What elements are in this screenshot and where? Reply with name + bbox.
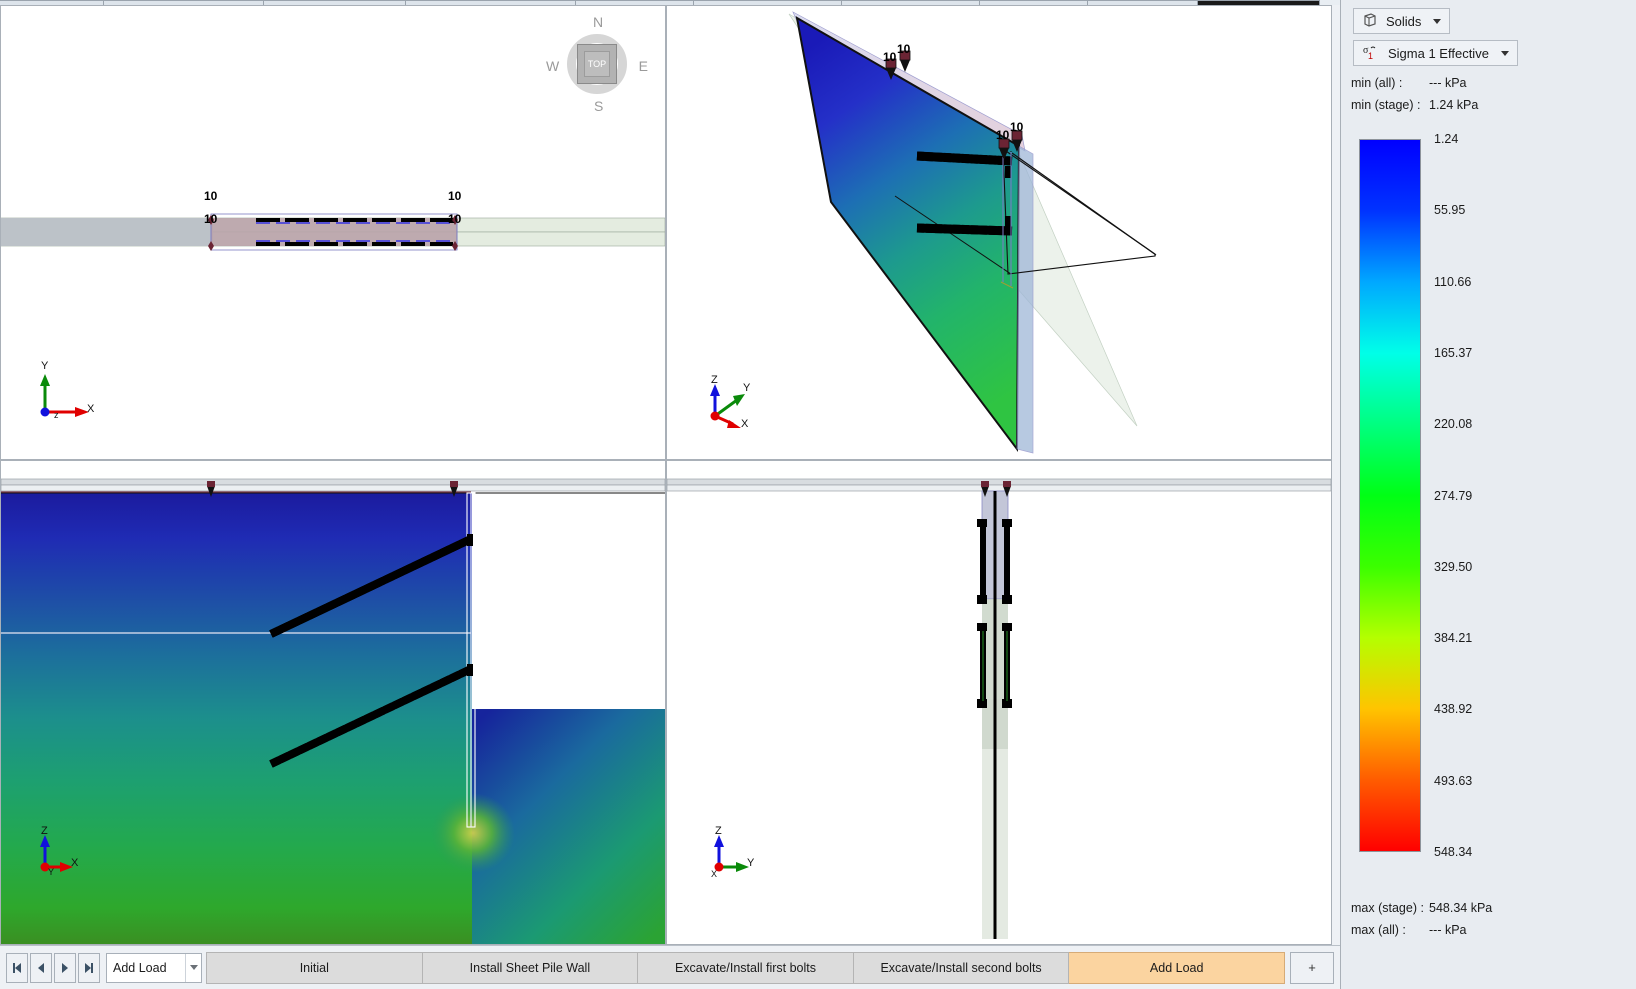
add-stage-label: + xyxy=(1308,960,1316,975)
stage-tab-list: Initial Install Sheet Pile Wall Excavate/I… xyxy=(206,951,1285,984)
legend-tick-label: 165.37 xyxy=(1434,345,1473,360)
axis-triad-xy: z Y X xyxy=(27,360,97,424)
legend-tick-label: 274.79 xyxy=(1434,488,1473,503)
stage-tab[interactable]: Excavate/Install second bolts xyxy=(853,951,1070,984)
compass-north-label: N xyxy=(593,14,604,30)
stage-navigation-bar: Add Load Initial Install Sheet Pile Wall E… xyxy=(0,945,1340,989)
axis-label-z: Z xyxy=(711,374,718,386)
legend-tick-label: 110.66 xyxy=(1434,274,1472,289)
legend-tick-label: 548.34 xyxy=(1434,845,1473,859)
chevron-down-icon xyxy=(1500,50,1509,56)
compass-east-label: E xyxy=(638,58,648,74)
max-all-row: max (all) : --- kPa xyxy=(1351,923,1636,937)
min-stage-key: min (stage) : xyxy=(1351,98,1421,112)
load-label: 10 xyxy=(204,212,218,226)
last-stage-button[interactable] xyxy=(78,952,100,983)
sigma-icon: σ 1 xyxy=(1362,44,1380,63)
stage-select-dropdown[interactable]: Add Load xyxy=(106,952,202,983)
compass-south-label: S xyxy=(594,98,604,114)
min-all-row: min (all) : --- kPa xyxy=(1351,76,1636,90)
axis-triad-yz: X Z Y xyxy=(703,819,773,879)
svg-text:z: z xyxy=(54,410,59,420)
axis-triad-xz: Y Z X xyxy=(29,819,99,879)
compass-west-label: W xyxy=(546,58,560,74)
entity-type-dropdown[interactable]: Solids xyxy=(1353,8,1451,34)
axis-label-z: Z xyxy=(715,825,722,837)
min-all-value: --- kPa xyxy=(1429,76,1467,90)
axis-label-x: X xyxy=(741,418,749,430)
min-all-key: min (all) : xyxy=(1351,76,1403,90)
view-compass-widget[interactable]: TOP N S W E xyxy=(546,14,648,114)
legend-tick-label: 384.21 xyxy=(1434,631,1473,646)
load-label: 10 xyxy=(897,42,911,56)
viewport-isometric-3d[interactable]: 10 10 10 10 Z Y X xyxy=(666,5,1332,460)
stage-tab[interactable]: Add Load xyxy=(1069,951,1285,984)
axis-label-z: Z xyxy=(41,825,48,837)
result-type-dropdown[interactable]: σ 1 Sigma 1 Effective xyxy=(1353,40,1518,66)
legend-tick-label: 220.08 xyxy=(1434,417,1473,432)
svg-text:Y: Y xyxy=(48,867,54,877)
svg-text:X: X xyxy=(711,869,717,879)
max-stage-key: max (stage) : xyxy=(1351,901,1424,915)
axis-label-x: X xyxy=(87,403,95,415)
compass-cube-label: TOP xyxy=(584,51,610,77)
axis-label-y: Y xyxy=(747,857,755,869)
compass-cube[interactable]: TOP xyxy=(577,44,617,84)
viewport-plan-view[interactable]: 10 10 10 10 TOP N S W E z Y X xyxy=(0,5,666,460)
svg-text:1: 1 xyxy=(1368,51,1373,60)
max-stage-row: max (stage) : 548.34 kPa xyxy=(1351,901,1636,915)
solids-icon xyxy=(1362,12,1378,31)
color-legend-bar xyxy=(1359,139,1421,852)
entity-type-label: Solids xyxy=(1386,13,1422,29)
stage-select-value: Add Load xyxy=(113,960,167,975)
load-label: 10 xyxy=(448,189,462,203)
stage-tab[interactable]: Install Sheet Pile Wall xyxy=(422,951,639,984)
axis-label-y: Y xyxy=(41,360,49,372)
first-stage-button[interactable] xyxy=(6,952,28,983)
chevron-down-icon[interactable] xyxy=(185,953,201,982)
load-label: 10 xyxy=(996,128,1010,142)
axis-label-y: Y xyxy=(743,382,751,394)
stage-tab[interactable]: Excavate/Install first bolts xyxy=(638,951,854,984)
viewport-grid: 10 10 10 10 TOP N S W E z Y X 10 10 10 1… xyxy=(0,5,1332,945)
load-label: 10 xyxy=(204,189,218,203)
load-label: 10 xyxy=(448,212,462,226)
next-stage-button[interactable] xyxy=(54,952,76,983)
axis-label-x: X xyxy=(71,857,79,869)
application-window: 10 10 10 10 TOP N S W E z Y X 10 10 10 1… xyxy=(0,0,1636,989)
axis-triad-xyz-iso: Z Y X xyxy=(699,368,769,430)
result-type-label: Sigma 1 Effective xyxy=(1388,45,1489,61)
load-label: 10 xyxy=(883,50,897,64)
stage-tab[interactable]: Initial xyxy=(206,951,423,984)
legend-tick-label: 438.92 xyxy=(1434,702,1473,717)
max-stage-value: 548.34 kPa xyxy=(1429,901,1493,915)
viewport-section-xz[interactable]: Y Z X xyxy=(0,460,666,945)
results-legend-panel: Solids σ 1 Sigma 1 Effective min (all) :… xyxy=(1340,0,1636,989)
color-legend: 1.24 55.95 110.66 165.37 220.08 274.79 329.50 3… xyxy=(1359,132,1609,859)
legend-tick-label: 55.95 xyxy=(1434,203,1466,218)
load-label: 10 xyxy=(1010,120,1024,134)
legend-tick-label: 329.50 xyxy=(1434,559,1473,574)
chevron-down-icon xyxy=(1433,18,1442,24)
min-stage-value: 1.24 kPa xyxy=(1429,98,1479,112)
min-stage-row: min (stage) : 1.24 kPa xyxy=(1351,98,1636,112)
previous-stage-button[interactable] xyxy=(30,952,52,983)
viewport-section-yz[interactable]: X Z Y xyxy=(666,460,1332,945)
add-stage-button[interactable]: + xyxy=(1290,951,1334,984)
legend-tick-label: 493.63 xyxy=(1434,773,1473,788)
max-all-key: max (all) : xyxy=(1351,923,1406,937)
max-all-value: --- kPa xyxy=(1429,923,1467,937)
legend-tick-label: 1.24 xyxy=(1434,132,1459,146)
